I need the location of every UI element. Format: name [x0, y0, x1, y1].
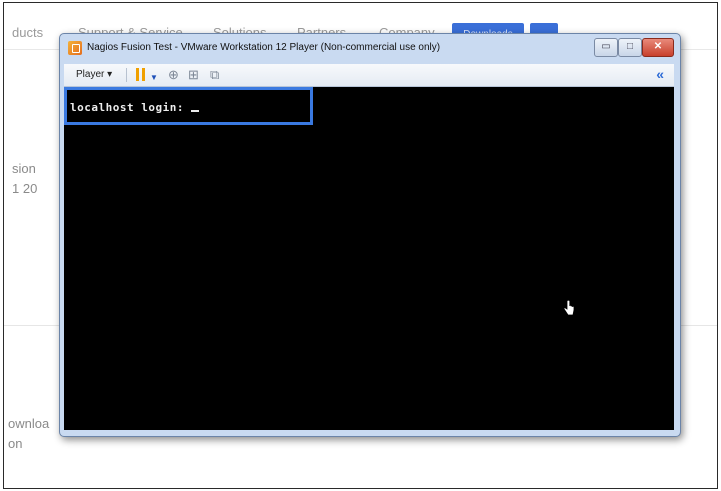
chevron-down-icon[interactable]: ▼ — [150, 70, 158, 86]
toolbar-separator — [126, 68, 127, 82]
bg-text-line: sion — [12, 161, 36, 176]
player-menu-button[interactable]: Player ▾ — [76, 69, 112, 80]
maximize-icon: □ — [626, 41, 634, 52]
close-icon: ✕ — [653, 41, 663, 52]
collapse-toolbar-icon[interactable]: « — [656, 66, 664, 82]
window-title: Nagios Fusion Test - VMware Workstation … — [87, 42, 441, 53]
vm-toolbar: Player ▾ ▼ ⊕ ⊞ ⧉ « — [64, 64, 674, 87]
vm-console-screen[interactable]: localhost login: — [64, 87, 674, 430]
maximize-button[interactable]: □ — [618, 38, 642, 57]
window-titlebar[interactable]: Nagios Fusion Test - VMware Workstation … — [60, 34, 680, 62]
send-ctrl-alt-del-icon[interactable]: ⊕ — [168, 67, 179, 83]
bg-text-line: 1 20 — [12, 181, 38, 196]
highlight-annotation-box — [64, 87, 313, 125]
minimize-icon: ▭ — [601, 41, 611, 52]
bg-text-line: on — [8, 436, 23, 451]
unity-icon[interactable]: ⧉ — [210, 67, 219, 83]
screenshot-frame: ducts Support & Service Solutions Partne… — [3, 2, 718, 489]
divider — [676, 325, 717, 326]
pause-icon[interactable] — [136, 68, 145, 81]
vmware-app-icon — [68, 41, 82, 55]
vmware-window: Nagios Fusion Test - VMware Workstation … — [59, 33, 681, 437]
fullscreen-icon[interactable]: ⊞ — [188, 67, 199, 83]
minimize-button[interactable]: ▭ — [594, 38, 618, 57]
nav-products[interactable]: ducts — [12, 25, 43, 40]
bg-text-line: ownloa — [8, 416, 50, 431]
close-button[interactable]: ✕ — [642, 38, 674, 57]
divider — [4, 325, 66, 326]
hand-pointer-icon — [563, 300, 575, 316]
